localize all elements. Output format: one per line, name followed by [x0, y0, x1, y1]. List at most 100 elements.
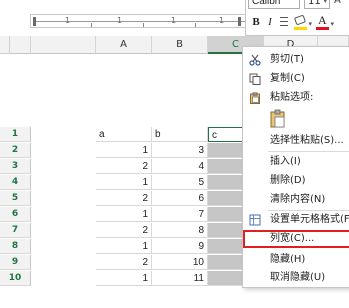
- font-color-bar: [316, 27, 329, 30]
- chevron-down-icon[interactable]: ▾: [330, 16, 334, 32]
- font-name-field[interactable]: Calibri: [248, 0, 300, 9]
- row-header[interactable]: 4: [0, 175, 31, 190]
- fill-color-bar: [294, 27, 307, 30]
- paste-options-header: 粘贴选项:: [243, 89, 349, 107]
- ruler: 1 1 1 1 2: [30, 14, 260, 28]
- mini-toolbar: Calibri 11 ▾ A B I ▾ A ▾: [245, 0, 349, 36]
- column-header-b[interactable]: B: [152, 36, 208, 54]
- menu-item-label: 选择性粘贴(S)...: [270, 135, 344, 146]
- scissors-icon: [249, 54, 261, 66]
- cell-a[interactable]: 1: [96, 271, 152, 286]
- cell-a[interactable]: 2: [96, 191, 152, 206]
- row-header[interactable]: 8: [0, 239, 31, 254]
- menu-item-label: 插入(I): [270, 156, 301, 167]
- menu-item-paste-special[interactable]: 选择性粘贴(S)...: [243, 132, 349, 150]
- menu-item-label: 剪切(T): [270, 54, 304, 65]
- menu-item-label: 隐藏(H): [270, 254, 306, 265]
- blank-cell: [31, 143, 96, 158]
- cell-a[interactable]: 2: [96, 223, 152, 238]
- menu-item-label: 删除(D): [270, 175, 306, 186]
- ruler-margin-marker[interactable]: [33, 17, 36, 26]
- row-header[interactable]: 1: [0, 127, 31, 142]
- blank-cell: [31, 207, 96, 222]
- paint-bucket-icon: [293, 14, 307, 26]
- cell-b[interactable]: 6: [152, 191, 208, 206]
- clipboard-paste-icon: [270, 109, 285, 128]
- menu-item-label: 清除内容(N): [270, 194, 326, 205]
- menu-separator: [268, 151, 349, 152]
- cell-a[interactable]: a: [96, 127, 152, 142]
- column-header-hidden[interactable]: [10, 36, 31, 54]
- clipboard-icon: [250, 92, 260, 104]
- chevron-down-icon[interactable]: ▾: [308, 16, 312, 32]
- row-header[interactable]: 6: [0, 207, 31, 222]
- cell-b[interactable]: 5: [152, 175, 208, 190]
- menu-item-column-width[interactable]: 列宽(C)...: [243, 230, 349, 248]
- row-header[interactable]: 5: [0, 191, 31, 206]
- row-header[interactable]: 10: [0, 271, 31, 286]
- ruler-tick: [195, 23, 196, 27]
- italic-button[interactable]: I: [264, 14, 276, 30]
- row-header[interactable]: 7: [0, 223, 31, 238]
- ruler-margin-marker[interactable]: [238, 17, 241, 26]
- ruler-number: 1: [171, 16, 177, 25]
- grow-font-button[interactable]: A: [334, 0, 348, 9]
- column-header-a[interactable]: A: [96, 36, 152, 54]
- font-color-button[interactable]: A ▾: [316, 13, 334, 32]
- menu-item-format-cells[interactable]: 设置单元格格式(F)...: [243, 211, 349, 229]
- paste-button[interactable]: [269, 109, 287, 129]
- menu-item-delete[interactable]: 删除(D): [243, 172, 349, 190]
- cell-a[interactable]: 2: [96, 159, 152, 174]
- menu-item-clear-contents[interactable]: 清除内容(N): [243, 191, 349, 209]
- cell-b[interactable]: 11: [152, 271, 208, 286]
- align-center-button[interactable]: [278, 14, 290, 30]
- menu-item-cut[interactable]: 剪切(T): [243, 51, 349, 69]
- menu-item-hide[interactable]: 隐藏(H): [243, 251, 349, 269]
- menu-item-label: 设置单元格格式(F)...: [270, 214, 349, 225]
- row-header[interactable]: 2: [0, 143, 31, 158]
- cell-b[interactable]: 10: [152, 255, 208, 270]
- column-header-blank[interactable]: [31, 36, 96, 54]
- font-size-field[interactable]: 11 ▾: [304, 0, 330, 9]
- blank-cell: [31, 191, 96, 206]
- blank-cell: [31, 175, 96, 190]
- cell-b[interactable]: 8: [152, 223, 208, 238]
- blank-cell: [31, 159, 96, 174]
- cell-b[interactable]: 7: [152, 207, 208, 222]
- cell-a[interactable]: 1: [96, 239, 152, 254]
- cell-b[interactable]: 4: [152, 159, 208, 174]
- ruler-number: 1: [219, 16, 225, 25]
- select-all-corner[interactable]: [0, 36, 10, 54]
- paste-options-title: 粘贴选项:: [270, 92, 314, 103]
- menu-item-unhide[interactable]: 取消隐藏(U): [243, 269, 349, 287]
- bold-button[interactable]: B: [250, 14, 262, 30]
- format-cells-icon: [249, 214, 261, 226]
- ruler-tick: [91, 23, 92, 27]
- row-header[interactable]: 9: [0, 255, 31, 270]
- blank-cell: [31, 255, 96, 270]
- ruler-tick: [143, 23, 144, 27]
- cell-a[interactable]: 1: [96, 175, 152, 190]
- cell-a[interactable]: 2: [96, 255, 152, 270]
- menu-item-label: 复制(C): [270, 73, 305, 84]
- cell-b[interactable]: 9: [152, 239, 208, 254]
- font-color-letter: A: [318, 13, 327, 27]
- row-header[interactable]: 3: [0, 159, 31, 174]
- ruler-number: 1: [117, 16, 123, 25]
- blank-cell: [31, 127, 96, 142]
- menu-item-copy[interactable]: 复制(C): [243, 70, 349, 88]
- blank-cell: [31, 223, 96, 238]
- menu-item-insert[interactable]: 插入(I): [243, 153, 349, 171]
- chevron-down-icon[interactable]: ▾: [323, 0, 327, 8]
- blank-cell: [31, 239, 96, 254]
- fill-color-button[interactable]: ▾: [293, 14, 312, 32]
- cell-b[interactable]: 3: [152, 143, 208, 158]
- menu-item-label: 取消隐藏(U): [270, 272, 326, 283]
- font-size-value: 11: [308, 0, 321, 7]
- cell-a[interactable]: 1: [96, 207, 152, 222]
- menu-item-label: 列宽(C)...: [270, 233, 315, 244]
- blank-cell: [31, 271, 96, 286]
- cell-a[interactable]: 1: [96, 143, 152, 158]
- cell-b[interactable]: b: [152, 127, 208, 142]
- copy-icon: [249, 73, 261, 85]
